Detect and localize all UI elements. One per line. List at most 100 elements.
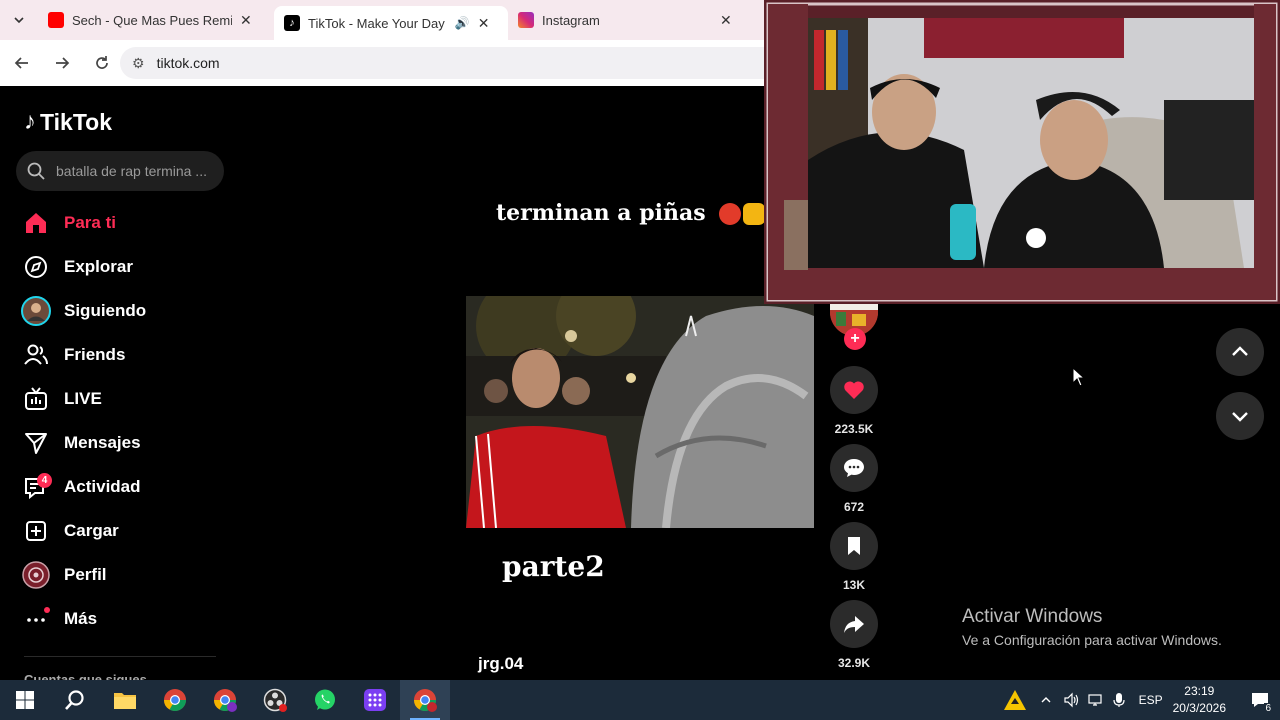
- angry-face-emoji-icon: [719, 203, 742, 225]
- close-icon[interactable]: ✕: [240, 12, 252, 29]
- fist-emoji-icon: [743, 203, 764, 225]
- save-action[interactable]: 13K: [830, 522, 878, 592]
- sidebar-item-live[interactable]: LIVE: [20, 377, 230, 421]
- next-video-button[interactable]: [1216, 392, 1264, 440]
- whatsapp-icon: [315, 689, 335, 710]
- tray-app-icon[interactable]: [997, 680, 1033, 720]
- comment-button[interactable]: [830, 444, 878, 492]
- clock-time: 23:19: [1184, 684, 1215, 698]
- microphone-button[interactable]: [1107, 680, 1131, 720]
- chrome-icon: [164, 689, 186, 711]
- taskbar-search-button[interactable]: [50, 680, 100, 720]
- close-icon[interactable]: ✕: [478, 15, 490, 32]
- sidebar-item-label: Actividad: [64, 477, 141, 496]
- more-icon: [20, 603, 52, 635]
- screen: Sech - Que Mas Pues Remix ft. ✕ ♪ TikTok…: [0, 0, 1280, 720]
- webcam-video-image: [764, 0, 1280, 304]
- like-count: 223.5K: [834, 422, 874, 436]
- share-action[interactable]: 32.9K: [830, 600, 878, 670]
- start-button[interactable]: [0, 680, 50, 720]
- heart-icon: [844, 381, 864, 399]
- arrow-right-icon: [56, 57, 70, 69]
- windows-logo-icon: [16, 691, 34, 709]
- compass-icon: [20, 251, 52, 283]
- messages-icon: [20, 427, 52, 459]
- video-frame-image: [466, 296, 814, 528]
- whatsapp-button[interactable]: [300, 680, 350, 720]
- sidebar-item-label: Friends: [64, 345, 126, 364]
- search-input[interactable]: batalla de rap termina ...: [16, 151, 224, 191]
- arrow-left-icon: [14, 57, 28, 69]
- tiktok-logo-icon: ♪: [24, 108, 36, 135]
- reload-button[interactable]: [84, 45, 120, 81]
- sidebar-item-label: Cargar: [64, 521, 119, 540]
- home-icon: [20, 207, 52, 239]
- network-button[interactable]: [1083, 680, 1107, 720]
- save-button[interactable]: [830, 522, 878, 570]
- sidebar-item-actividad[interactable]: 4 Actividad: [20, 465, 230, 509]
- obs-button[interactable]: [250, 680, 300, 720]
- sidebar-item-perfil[interactable]: Perfil: [20, 553, 230, 597]
- tab-instagram[interactable]: Instagram ✕: [508, 0, 748, 40]
- tab-title: Instagram: [542, 12, 600, 28]
- upload-icon: [20, 515, 52, 547]
- tiktok-logo[interactable]: ♪ TikTok: [24, 108, 112, 136]
- comment-action[interactable]: 672: [830, 444, 878, 514]
- tab-search-button[interactable]: [0, 0, 38, 40]
- video-author[interactable]: jrg.04: [478, 654, 523, 674]
- share-button[interactable]: [830, 600, 878, 648]
- sidebar-item-mas[interactable]: Más: [20, 597, 230, 641]
- video-caption-top: terminan a piñas: [496, 200, 764, 226]
- speaker-icon[interactable]: 🔊: [455, 16, 470, 30]
- sidebar-item-mensajes[interactable]: Mensajes: [20, 421, 230, 465]
- clock-date: 20/3/2026: [1172, 701, 1226, 715]
- tab-tiktok[interactable]: ♪ TikTok - Make Your Day 🔊 ✕: [274, 6, 508, 40]
- notification-count: 6: [1264, 703, 1272, 714]
- clock[interactable]: 23:19 20/3/2026: [1173, 683, 1226, 717]
- tab-title: TikTok - Make Your Day: [308, 15, 445, 31]
- sidebar-divider: [24, 656, 216, 657]
- search-icon: [65, 690, 84, 710]
- chrome-profile-1-button[interactable]: [150, 680, 200, 720]
- system-tray: ESP 23:19 20/3/2026 6: [997, 680, 1280, 720]
- previous-video-button[interactable]: [1216, 328, 1264, 376]
- share-count: 32.9K: [837, 656, 871, 670]
- windows-taskbar: ESP 23:19 20/3/2026 6: [0, 680, 1280, 720]
- sidebar-item-explorar[interactable]: Explorar: [20, 245, 230, 289]
- warning-app-icon: [1003, 690, 1026, 710]
- site-settings-icon[interactable]: ⚙: [132, 55, 145, 72]
- app-launcher-button[interactable]: [350, 680, 400, 720]
- watermark-title: Activar Windows: [962, 606, 1103, 627]
- close-icon[interactable]: ✕: [720, 12, 732, 29]
- language-indicator[interactable]: ESP: [1139, 693, 1163, 707]
- file-explorer-button[interactable]: [100, 680, 150, 720]
- volume-button[interactable]: [1059, 680, 1083, 720]
- sidebar-item-label: Mensajes: [64, 433, 141, 452]
- like-button[interactable]: [830, 366, 878, 414]
- show-hidden-icons-button[interactable]: [1033, 680, 1059, 720]
- follow-button[interactable]: +: [844, 328, 866, 350]
- activity-icon: 4: [20, 471, 52, 503]
- windows-activation-watermark: Activar Windows Ve a Configuración para …: [962, 606, 1222, 648]
- chrome-active-button[interactable]: [400, 680, 450, 720]
- notifications-button[interactable]: 6: [1240, 680, 1280, 720]
- obs-icon: [263, 688, 287, 712]
- browser-tab-bar: Sech - Que Mas Pues Remix ft. ✕ ♪ TikTok…: [0, 0, 764, 40]
- forward-button[interactable]: [44, 45, 80, 81]
- watermark-subtitle: Ve a Configuración para activar Windows.: [962, 632, 1222, 648]
- microphone-icon: [1112, 693, 1125, 707]
- comment-count: 672: [843, 500, 865, 514]
- video-player[interactable]: [466, 296, 814, 528]
- sidebar-item-para-ti[interactable]: Para ti: [20, 201, 230, 245]
- back-button[interactable]: [4, 45, 40, 81]
- sidebar-item-label: Perfil: [64, 565, 107, 584]
- chevron-up-icon: [1041, 697, 1051, 703]
- tab-youtube[interactable]: Sech - Que Mas Pues Remix ft. ✕: [38, 0, 274, 40]
- sidebar-item-cargar[interactable]: Cargar: [20, 509, 230, 553]
- url-field[interactable]: ⚙ tiktok.com: [120, 47, 764, 79]
- sidebar-item-friends[interactable]: Friends: [20, 333, 230, 377]
- sidebar-item-siguiendo[interactable]: Siguiendo: [20, 289, 230, 333]
- chrome-profile-2-button[interactable]: [200, 680, 250, 720]
- url-text: tiktok.com: [156, 55, 220, 71]
- like-action[interactable]: 223.5K: [830, 366, 878, 436]
